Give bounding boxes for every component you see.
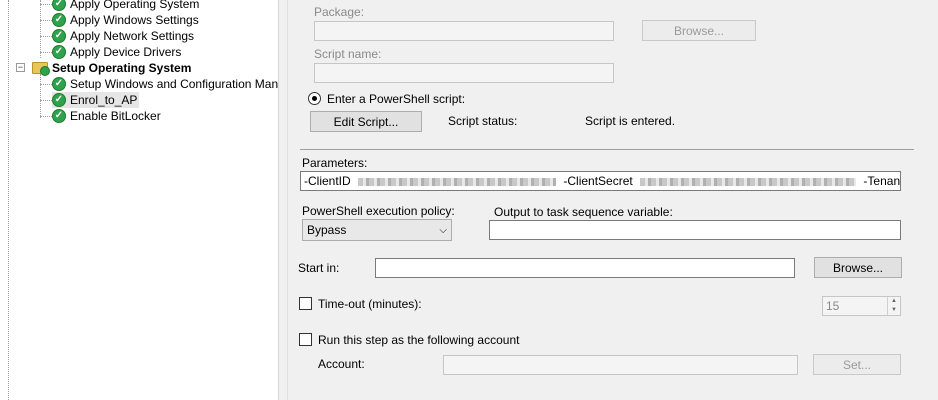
execution-policy-value: Bypass (307, 223, 347, 237)
tree-item-label: Enable BitLocker (70, 109, 161, 123)
tree-item-label: Apply Device Drivers (70, 45, 182, 59)
script-status-label: Script status: (448, 114, 518, 128)
redacted-value (640, 177, 857, 186)
tree-group-setup-os[interactable]: Setup Operating System (32, 60, 191, 76)
tree-item-setup-windows-cm[interactable]: ✓ Setup Windows and Configuration Manage… (52, 76, 279, 92)
redacted-value (358, 177, 557, 186)
script-status-value: Script is entered. (585, 114, 676, 128)
tree-item-enable-bitlocker[interactable]: ✓ Enable BitLocker (52, 108, 161, 124)
param-clientsecret: -ClientSecret (563, 174, 633, 188)
tree-line (40, 74, 41, 118)
check-icon: ✓ (52, 93, 66, 107)
section-divider (300, 149, 914, 150)
tree-item-apply-network-settings[interactable]: ✓ Apply Network Settings (52, 28, 194, 44)
tree-item-apply-windows-settings[interactable]: ✓ Apply Windows Settings (52, 12, 199, 28)
chevron-down-icon: ⌵ (439, 224, 447, 236)
param-clientid: -ClientID (304, 174, 351, 188)
tree-item-label: Enrol_to_AP (70, 93, 138, 107)
package-field[interactable] (314, 21, 614, 41)
enter-script-radio[interactable] (308, 92, 321, 105)
start-in-field[interactable] (375, 258, 795, 278)
check-icon: ✓ (52, 77, 66, 91)
tree-item-label: Apply Network Settings (70, 29, 195, 43)
tree-item-label: Apply Operating System (70, 0, 200, 11)
run-as-account-label: Run this step as the following account (318, 333, 520, 347)
account-field[interactable] (443, 355, 798, 375)
parameters-label: Parameters: (302, 156, 368, 170)
tree-item-enrol-to-ap[interactable]: ✓ Enrol_to_AP (52, 92, 140, 108)
tree-item-apply-os[interactable]: ✓ Apply Operating System (52, 0, 199, 12)
check-icon: ✓ (52, 29, 66, 43)
browse-package-button[interactable]: Browse... (642, 20, 756, 41)
tree-item-label: Setup Windows and Configuration Manager (70, 77, 279, 91)
output-variable-field[interactable] (489, 220, 901, 240)
tree-item-label: Apply Windows Settings (70, 13, 199, 27)
run-as-account-checkbox[interactable] (299, 333, 312, 346)
tree-line (40, 0, 41, 58)
timeout-checkbox[interactable] (299, 297, 312, 310)
execution-policy-label: PowerShell execution policy: (302, 204, 455, 218)
account-label: Account: (318, 357, 365, 371)
spin-arrows-icon[interactable]: ▲ ▼ (887, 297, 900, 315)
task-sequence-tree: ✓ Apply Operating System ✓ Apply Windows… (0, 0, 279, 400)
timeout-value: 15 (826, 299, 840, 313)
tree-item-apply-device-drivers[interactable]: ✓ Apply Device Drivers (52, 44, 181, 60)
timeout-spinner[interactable]: 15 ▲ ▼ (822, 296, 901, 316)
package-label: Package: (314, 5, 365, 19)
script-name-field[interactable] (314, 63, 614, 83)
check-icon: ✓ (52, 0, 66, 11)
set-account-button[interactable]: Set... (813, 354, 901, 375)
timeout-label: Time-out (minutes): (318, 297, 422, 311)
param-tenantid: -TenantId (863, 174, 901, 188)
output-variable-label: Output to task sequence variable: (494, 205, 673, 219)
check-icon: ✓ (52, 109, 66, 123)
check-icon: ✓ (52, 45, 66, 59)
folder-icon (32, 62, 50, 76)
parameters-field[interactable]: -ClientID -ClientSecret -TenantId (300, 171, 901, 191)
tree-line (8, 0, 9, 400)
splitter[interactable] (279, 0, 288, 400)
edit-script-button[interactable]: Edit Script... (310, 111, 422, 132)
check-icon: ✓ (52, 13, 66, 27)
execution-policy-select[interactable]: Bypass ⌵ (302, 219, 452, 241)
script-name-label: Script name: (314, 47, 382, 61)
start-in-label: Start in: (298, 261, 340, 275)
enter-script-label: Enter a PowerShell script: (327, 92, 466, 106)
browse-start-in-button[interactable]: Browse... (814, 257, 902, 278)
tree-group-label: Setup Operating System (52, 61, 192, 75)
collapse-toggle[interactable]: − (16, 63, 25, 72)
